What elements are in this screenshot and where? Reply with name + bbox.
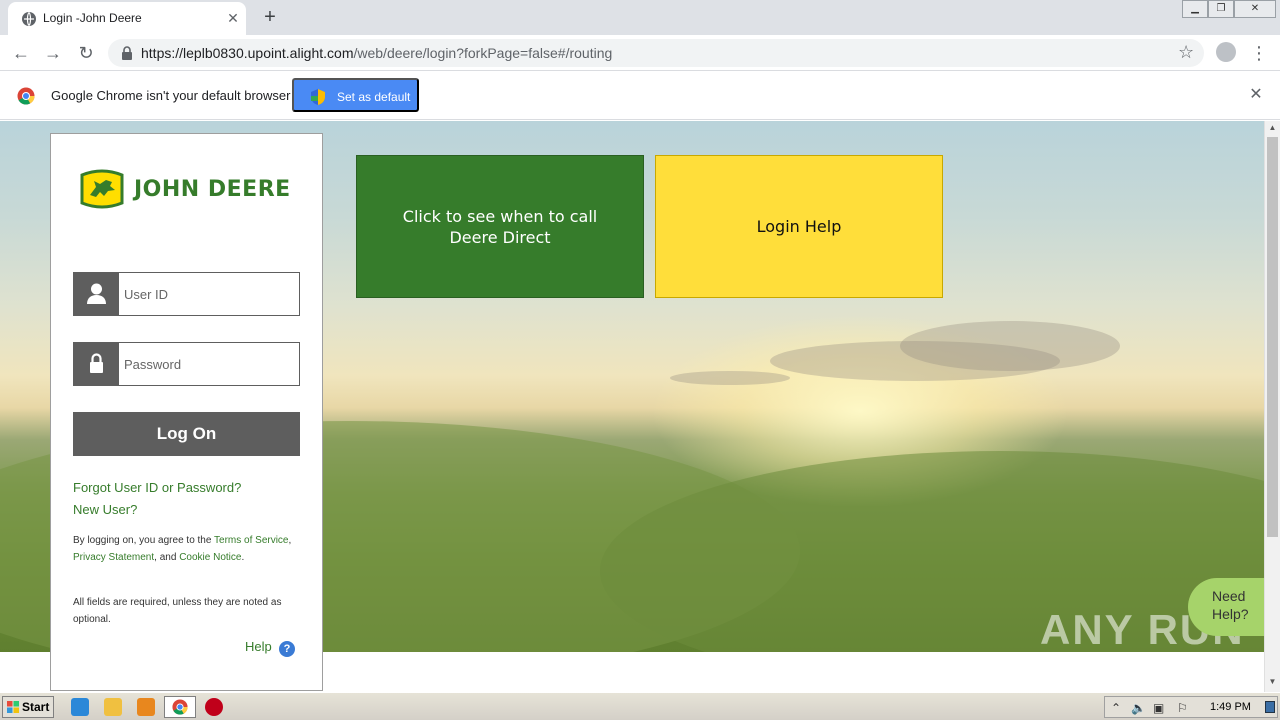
forgot-credentials-link[interactable]: Forgot User ID or Password? [73,480,241,495]
cookie-notice-link[interactable]: Cookie Notice [179,552,241,563]
set-as-default-label: Set as default [337,90,411,104]
tab-title: Login -John Deere [43,11,142,25]
tab-close-icon[interactable]: ✕ [224,9,242,27]
password-input[interactable] [120,343,298,385]
privacy-statement-link[interactable]: Privacy Statement [73,552,154,563]
network-icon[interactable]: ▣ [1153,701,1164,715]
forward-icon[interactable]: → [41,41,65,65]
show-desktop-icon[interactable] [1265,701,1275,713]
close-window-icon[interactable]: ✕ [1234,0,1276,18]
minimize-window-icon[interactable]: ▁ [1182,0,1208,18]
url-path: /web/deere/login?forkPage=false#/routing [353,45,613,61]
legal-notice: By logging on, you agree to the Terms of… [73,532,293,566]
need-help-button[interactable]: Need Help? [1188,578,1264,636]
help-question-icon[interactable]: ? [279,641,295,657]
address-bar[interactable]: https://leplb0830.upoint.alight.com/web/… [108,39,1204,67]
tray-expand-icon[interactable]: ⌃ [1111,701,1121,715]
page-scrollbar[interactable]: ▲ ▼ [1264,121,1280,692]
login-panel: JOHN DEERE User ID Log On Forgot User ID… [50,133,323,691]
scrollbar-thumb[interactable] [1267,137,1278,537]
cloud-shape [670,371,790,385]
taskbar-clock[interactable]: 1:49 PM [1210,701,1251,713]
shield-icon [311,89,325,105]
reload-icon[interactable]: ↻ [74,41,98,65]
globe-icon [22,12,36,26]
windows-taskbar: Start ⌃ 🔈 ▣ ⚐ 1:49 PM [0,692,1280,720]
windows-flag-icon [7,701,19,713]
help-link[interactable]: Help [245,639,272,654]
padlock-icon [74,343,119,385]
chrome-logo-icon [17,87,35,105]
legal-prefix: By logging on, you agree to the [73,535,215,546]
browser-tab[interactable]: Login -John Deere ✕ [8,2,246,35]
default-browser-infobar: Google Chrome isn't your default browser… [0,71,1280,120]
cloud-shape [900,321,1120,371]
lock-icon [122,46,132,60]
page-content: JOHN DEERE User ID Log On Forgot User ID… [0,121,1264,692]
url-host: https://leplb0830.upoint.alight.com [141,45,354,61]
chrome-menu-icon[interactable]: ⋮ [1250,41,1268,65]
set-as-default-button[interactable]: Set as default [292,78,419,112]
legal-comma: , [288,535,292,546]
start-button[interactable]: Start [2,696,54,718]
legal-period: . [241,552,245,563]
back-icon[interactable]: ← [9,41,33,65]
john-deere-logo: JOHN DEERE [80,169,295,209]
new-user-link[interactable]: New User? [73,502,137,517]
user-id-field[interactable] [73,272,300,316]
system-tray: ⌃ 🔈 ▣ ⚐ 1:49 PM [1104,696,1278,718]
restore-window-icon[interactable]: ❐ [1208,0,1234,18]
browser-toolbar: ← → ↻ https://leplb0830.upoint.alight.co… [0,35,1280,71]
media-player-icon[interactable] [137,698,155,716]
leaping-deer-icon [80,169,124,209]
login-help-label: Login Help [756,217,842,236]
new-tab-icon[interactable]: + [258,5,282,29]
scroll-up-icon[interactable]: ▲ [1267,123,1278,135]
deere-direct-label: Click to see when to call Deere Direct [402,206,598,247]
login-help-tile[interactable]: Login Help [655,155,943,298]
password-field[interactable] [73,342,300,386]
internet-explorer-icon[interactable] [71,698,89,716]
brand-name: JOHN DEERE [134,177,291,202]
chrome-taskbar-button[interactable] [164,696,196,718]
stop-sign-icon[interactable] [205,698,223,716]
log-on-button[interactable]: Log On [73,412,300,456]
legal-and: , and [154,552,180,563]
url-text: https://leplb0830.upoint.alight.com/web/… [141,45,612,61]
file-explorer-icon[interactable] [104,698,122,716]
infobar-close-icon[interactable]: ✕ [1246,85,1266,105]
volume-icon[interactable]: 🔈 [1131,701,1146,715]
bookmark-star-icon[interactable]: ☆ [1178,42,1194,63]
infobar-message: Google Chrome isn't your default browser [51,88,291,103]
deere-direct-tile[interactable]: Click to see when to call Deere Direct [356,155,644,298]
user-id-input[interactable] [120,273,298,315]
action-center-flag-icon[interactable]: ⚐ [1177,701,1188,715]
scroll-down-icon[interactable]: ▼ [1267,677,1278,689]
chrome-icon [172,699,188,715]
user-icon [74,273,119,315]
start-label: Start [22,700,50,714]
terms-of-service-link[interactable]: Terms of Service [214,535,288,546]
tab-strip: Login -John Deere ✕ + ▁ ❐ ✕ [0,0,1280,35]
required-fields-note: All fields are required, unless they are… [73,597,282,625]
profile-avatar-icon[interactable] [1216,42,1236,62]
